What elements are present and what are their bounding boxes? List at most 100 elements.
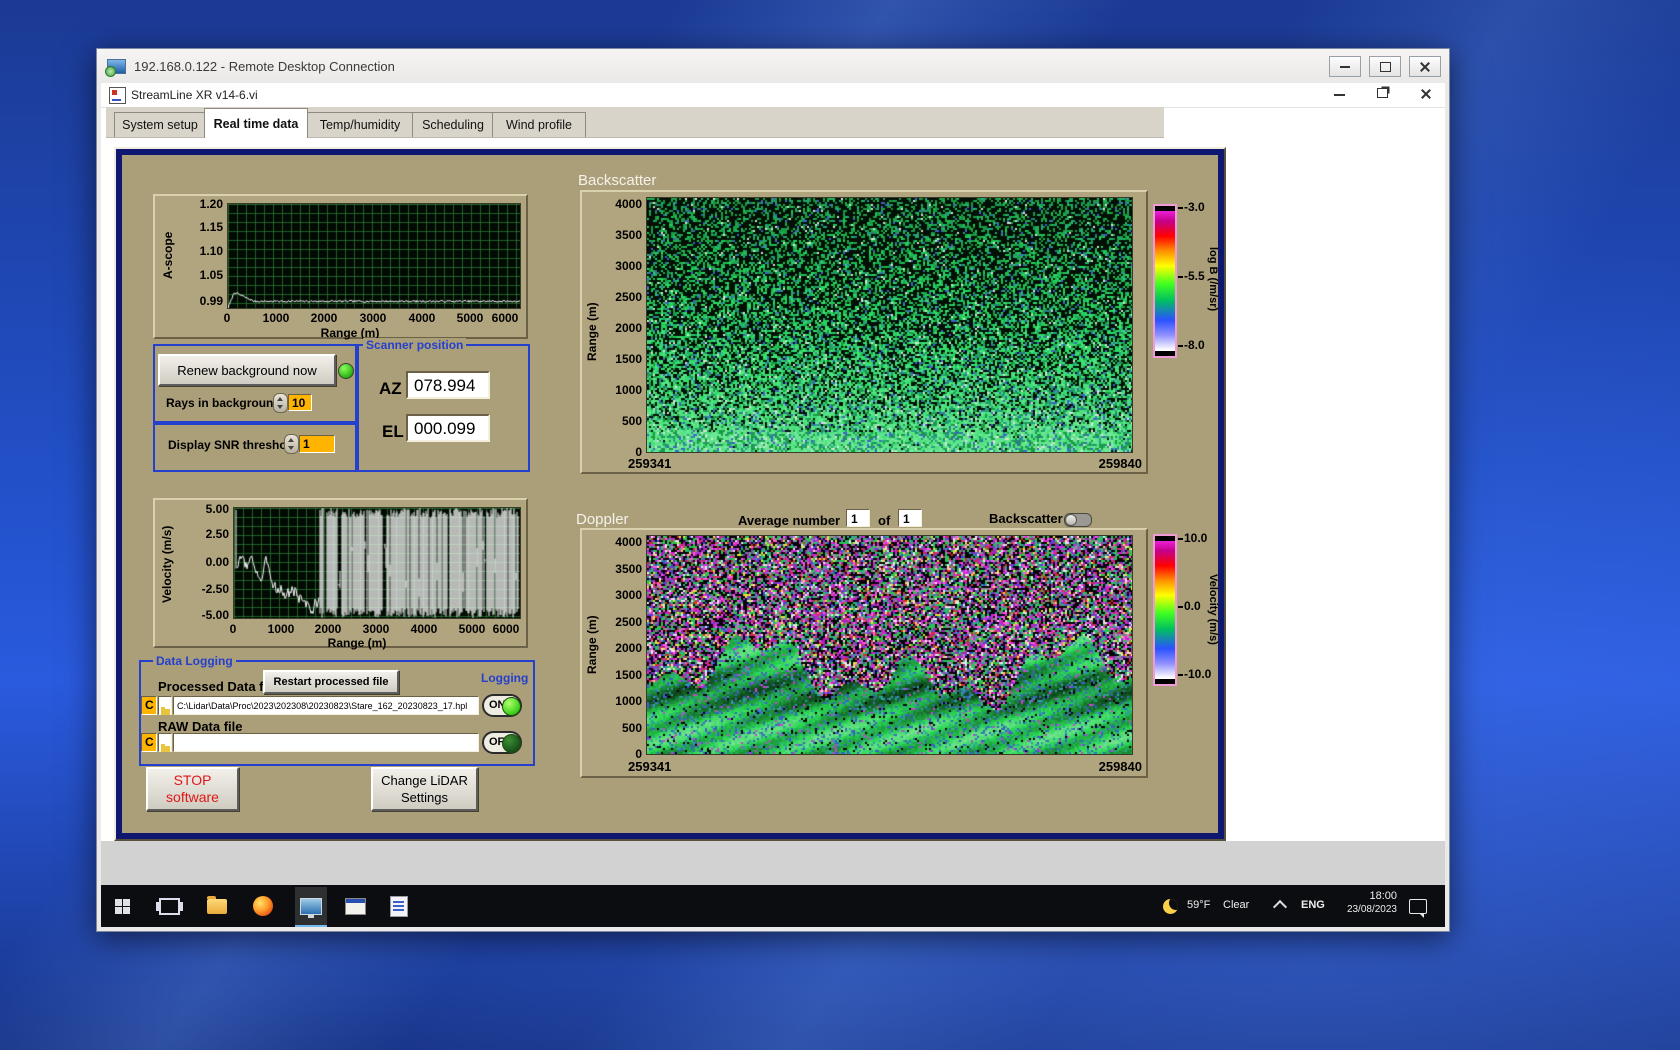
ascope-ytick: 1.20 <box>199 197 223 211</box>
doppler-ytick: 1000 <box>615 694 642 708</box>
notification-center-button[interactable] <box>1409 898 1427 918</box>
backscatter-ytick: 2000 <box>615 321 642 335</box>
streamline-app-button[interactable] <box>295 887 327 927</box>
backscatter-heatmap-canvas <box>646 197 1133 453</box>
backscatter-ytick: 1000 <box>615 383 642 397</box>
backscatter-ytick: 2500 <box>615 290 642 304</box>
rays-spinner[interactable] <box>273 393 288 413</box>
scan-scheduler-button[interactable] <box>341 895 369 917</box>
firefox-icon <box>253 896 273 916</box>
raw-logging-toggle-off[interactable]: OFF <box>482 731 522 754</box>
tab-real-time-data[interactable]: Real time data <box>204 108 308 138</box>
remote-session-client: StreamLine XR v14-6.vi System setup Real… <box>101 83 1445 927</box>
app-title: StreamLine XR v14-6.vi <box>131 88 258 102</box>
average-number-field[interactable]: 1 <box>846 509 870 527</box>
rays-value-field[interactable]: 10 <box>288 394 312 411</box>
tab-wind-profile[interactable]: Wind profile <box>492 112 586 137</box>
backscatter-colorbar-label: log B (/m/sr) <box>1207 246 1219 312</box>
start-button[interactable] <box>113 897 131 915</box>
el-value-field[interactable]: 000.099 <box>406 414 490 442</box>
ascope-xtick: 4000 <box>408 311 436 325</box>
show-hidden-icons-button[interactable] <box>1272 898 1288 915</box>
stop-software-button[interactable]: STOP software <box>146 767 239 811</box>
ascope-xtick: 3000 <box>359 311 387 325</box>
app-restore-icon[interactable] <box>1377 88 1388 98</box>
doppler-cb-tick: -10.0 <box>1178 667 1211 681</box>
backscatter-title: Backscatter <box>578 172 657 189</box>
doppler-cb-tick: 0.0 <box>1178 599 1201 613</box>
doppler-heatmap-canvas <box>646 535 1133 755</box>
taskbar-date: 23/08/2023 <box>1346 904 1397 915</box>
velocity-xtick: 6000 <box>492 622 520 636</box>
tab-temp-humidity[interactable]: Temp/humidity <box>306 112 414 137</box>
renew-background-button[interactable]: Renew background now <box>158 354 336 386</box>
doppler-ytick: 2000 <box>615 641 642 655</box>
velocity-xtick: 4000 <box>410 622 438 636</box>
taskbar-temperature[interactable]: 59°F <box>1187 899 1210 911</box>
processed-path-field[interactable]: C:\Lidar\Data\Proc\2023\202308\20230823\… <box>173 696 479 715</box>
processed-drive-button[interactable]: C <box>141 696 157 715</box>
rdp-minimize-button[interactable] <box>1329 56 1361 77</box>
app-minimize-icon[interactable] <box>1334 94 1345 96</box>
raw-drive-button[interactable]: C <box>141 733 157 752</box>
language-indicator[interactable]: ENG <box>1301 899 1325 911</box>
snr-value-field[interactable]: 1 <box>299 435 335 453</box>
ascope-ytick: 1.05 <box>199 268 223 282</box>
ascope-xtick: 6000 <box>491 311 519 325</box>
front-panel: A-scope 1.20 1.15 1.10 1.05 0.99 0 1000 … <box>114 147 1226 841</box>
az-value-field[interactable]: 078.994 <box>406 371 490 399</box>
clock[interactable]: 18:00 23/08/2023 <box>1333 890 1397 915</box>
taskbar: 59°F Clear ENG 18:00 23/08/2023 <box>101 885 1445 927</box>
weather-widget[interactable] <box>1161 898 1179 914</box>
desktop-gray-area <box>101 841 1445 885</box>
rdp-close-button[interactable] <box>1409 56 1441 77</box>
change-lidar-settings-button[interactable]: Change LiDAR Settings <box>371 767 478 811</box>
velocity-plot-container: Velocity (m/s) 5.00 2.50 0.00 -2.50 -5.0… <box>153 498 528 650</box>
renew-led-indicator <box>338 363 354 379</box>
velocity-x-axis-label: Range (m) <box>327 636 387 650</box>
restart-processed-file-button[interactable]: Restart processed file <box>263 670 399 694</box>
logging-label: Logging <box>481 671 529 685</box>
doppler-x-end-label: 259840 <box>1098 759 1142 774</box>
scanner-position-title: Scanner position <box>363 338 467 352</box>
file-explorer-button[interactable] <box>205 895 229 915</box>
snr-spinner[interactable] <box>284 434 299 454</box>
processed-browse-button[interactable] <box>158 696 172 715</box>
rdp-titlebar: 192.168.0.122 - Remote Desktop Connectio… <box>97 49 1449 83</box>
backscatter-display-toggle[interactable] <box>1064 513 1092 527</box>
app-close-icon[interactable] <box>1421 89 1431 99</box>
task-view-button[interactable] <box>155 897 183 915</box>
velocity-xtick: 2000 <box>314 622 342 636</box>
rdp-window: 192.168.0.122 - Remote Desktop Connectio… <box>96 48 1450 932</box>
snr-threshold-label: Display SNR threshold <box>168 438 298 452</box>
velocity-xtick: 1000 <box>267 622 295 636</box>
document-app-button[interactable] <box>387 894 411 918</box>
taskbar-weather-text[interactable]: Clear <box>1223 899 1249 911</box>
of-total-field[interactable]: 1 <box>898 509 922 527</box>
maximize-icon <box>1379 61 1391 72</box>
folder-browse-icon <box>160 707 170 715</box>
raw-browse-button[interactable] <box>158 733 172 752</box>
processed-data-file-label: Processed Data file <box>158 679 278 694</box>
ascope-xtick: 0 <box>223 311 231 325</box>
processed-logging-toggle-on[interactable]: ON <box>482 694 522 717</box>
backscatter-y-axis-label: Range (m) <box>585 302 599 362</box>
chevron-up-icon <box>1272 899 1288 915</box>
backscatter-ytick: 3500 <box>615 228 642 242</box>
close-icon <box>1420 62 1430 72</box>
rdp-maximize-button[interactable] <box>1369 56 1401 77</box>
doppler-ytick: 4000 <box>615 535 642 549</box>
doppler-title: Doppler <box>576 511 629 528</box>
vi-app-icon <box>109 87 126 104</box>
raw-path-field[interactable] <box>173 733 479 752</box>
tab-scheduling[interactable]: Scheduling <box>412 112 494 137</box>
tab-system-setup[interactable]: System setup <box>114 112 206 137</box>
rays-in-background-label: Rays in background <box>166 396 281 410</box>
backscatter-ytick: 4000 <box>615 197 642 211</box>
notification-icon <box>1409 898 1427 918</box>
firefox-button[interactable] <box>251 895 275 917</box>
ascope-plot-canvas <box>227 203 521 309</box>
rdp-window-title: 192.168.0.122 - Remote Desktop Connectio… <box>134 58 395 74</box>
velocity-ytick: -2.50 <box>201 582 229 596</box>
doppler-plot-container: Range (m) 4000 3500 3000 2500 2000 1500 … <box>580 528 1148 778</box>
